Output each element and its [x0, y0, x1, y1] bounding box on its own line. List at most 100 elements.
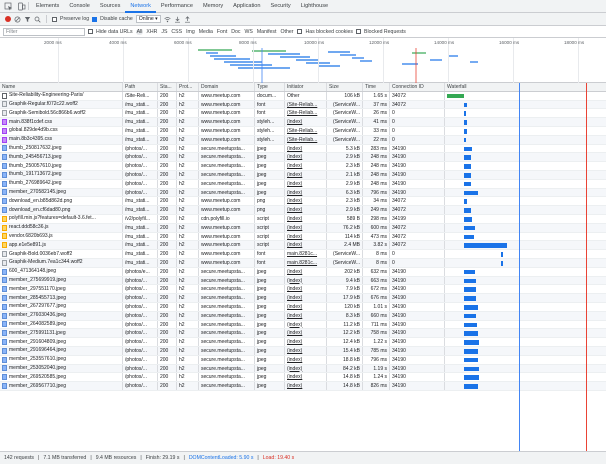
request-initiator[interactable]: (index) — [285, 373, 327, 382]
request-name-cell[interactable]: thumb_276989642.jpeg — [0, 179, 123, 188]
filter-type-media[interactable]: Media — [198, 29, 214, 35]
column-size[interactable]: Size — [327, 83, 363, 91]
column-waterfall[interactable]: Waterfall — [445, 83, 604, 91]
request-name-cell[interactable]: main.838f1cdef.css — [0, 118, 123, 126]
request-initiator[interactable]: (index) — [285, 302, 327, 311]
request-initiator[interactable]: (index) — [285, 153, 327, 162]
clear-icon[interactable] — [14, 16, 21, 23]
request-initiator[interactable]: (index) — [285, 179, 327, 188]
request-name-cell[interactable]: 600_471364148.jpeg — [0, 267, 123, 276]
table-row[interactable]: Site-Reliability-Engineering-Paris/ /Site… — [0, 91, 606, 101]
filter-icon[interactable] — [24, 16, 31, 23]
blocked-requests-checkbox[interactable] — [356, 29, 362, 34]
request-initiator[interactable]: (Site-Reliab... — [285, 126, 327, 135]
request-name-cell[interactable]: member_275699919.jpeg — [0, 276, 123, 285]
tab-application[interactable]: Application — [228, 0, 265, 13]
request-initiator[interactable]: (index) — [285, 355, 327, 364]
request-name-cell[interactable]: member_285455713.jpeg — [0, 294, 123, 302]
column-status[interactable]: Sta... — [158, 83, 177, 91]
table-row[interactable]: member_270582145.jpeg/photos/... 200 h2 sec… — [0, 188, 606, 198]
filter-type-other[interactable]: Other — [279, 29, 294, 35]
table-row[interactable]: main.8b3c4395.css/mu_stati... 200 h2 www.me… — [0, 135, 606, 145]
request-initiator[interactable]: (Site-Reliab... — [285, 100, 327, 109]
request-initiator[interactable]: (index) — [285, 118, 327, 126]
table-row[interactable]: member_275991131.jpeg/photos/... 200 h2 sec… — [0, 329, 606, 339]
requests-table[interactable]: Name Path Sta... Prot... Domain Type Ini… — [0, 83, 606, 451]
request-initiator[interactable]: (index) — [285, 382, 327, 390]
filter-type-font[interactable]: Font — [216, 29, 228, 35]
table-row[interactable]: thumb_245456713.jpeg/photos/... 200 h2 secu… — [0, 153, 606, 163]
request-initiator[interactable]: (index) — [285, 197, 327, 206]
request-initiator[interactable]: (Site-Reliab... — [285, 135, 327, 144]
search-icon[interactable] — [34, 16, 41, 23]
request-initiator[interactable]: (index) — [285, 364, 327, 373]
table-row[interactable]: thumb_250817632.jpeg/photos/... 200 h2 secu… — [0, 144, 606, 154]
request-initiator[interactable]: (index) — [285, 162, 327, 170]
table-row[interactable]: member_264082589.jpeg/photos/... 200 h2 sec… — [0, 320, 606, 330]
tab-lighthouse[interactable]: Lighthouse — [296, 0, 333, 13]
table-row[interactable]: member_291696464.jpeg/photos/... 200 h2 sec… — [0, 346, 606, 356]
request-initiator[interactable]: (index) — [285, 223, 327, 232]
column-path[interactable]: Path — [123, 83, 158, 91]
request-name-cell[interactable]: thumb_250817632.jpeg — [0, 144, 123, 153]
request-name-cell[interactable]: member_269567710.jpeg — [0, 382, 123, 390]
filter-type-ws[interactable]: WS — [244, 29, 254, 35]
table-row[interactable]: member_269567710.jpeg/photos/... 200 h2 sec… — [0, 382, 606, 391]
request-initiator[interactable]: (index) — [285, 338, 327, 346]
column-protocol[interactable]: Prot... — [177, 83, 199, 91]
table-row[interactable]: member_297551170.jpeg/photos/... 200 h2 sec… — [0, 285, 606, 295]
request-name-cell[interactable]: member_270582145.jpeg — [0, 188, 123, 197]
device-toolbar-icon[interactable] — [17, 2, 26, 11]
column-time[interactable]: Time — [363, 83, 390, 91]
request-initiator[interactable]: (index) — [285, 170, 327, 179]
table-row[interactable]: global.829de4d9b.css/mu_stati... 200 h2 www… — [0, 126, 606, 136]
filter-input[interactable]: Filter — [3, 27, 85, 36]
table-row[interactable]: vendor.6820b693.js/mu_stati... 200 h2 www.m… — [0, 232, 606, 242]
tab-elements[interactable]: Elements — [31, 0, 64, 13]
request-name-cell[interactable]: main.8b3c4395.css — [0, 135, 123, 144]
request-name-cell[interactable]: vendor.6820b693.js — [0, 232, 123, 241]
request-name-cell[interactable]: member_275991131.jpeg — [0, 329, 123, 338]
import-har-icon[interactable] — [174, 16, 181, 23]
table-row[interactable]: thumb_250057610.jpeg/photos/... 200 h2 secu… — [0, 162, 606, 171]
column-initiator[interactable]: Initiator — [285, 83, 327, 91]
column-type[interactable]: Type — [255, 83, 285, 91]
request-initiator[interactable]: (index) — [285, 267, 327, 276]
request-initiator[interactable]: (index) — [285, 232, 327, 241]
request-name-cell[interactable]: member_267297677.jpeg — [0, 302, 123, 311]
request-initiator[interactable]: main.8281c... — [285, 250, 327, 258]
network-overview-timeline[interactable]: 2000 ms 4000 ms 6000 ms 8000 ms 10000 ms 1200… — [0, 38, 606, 83]
table-row[interactable]: download_en.b85d862d.png/mu_stati... 200 h… — [0, 197, 606, 207]
request-name-cell[interactable]: member_297551170.jpeg — [0, 285, 123, 294]
request-name-cell[interactable]: app.e1e5e891.js — [0, 241, 123, 250]
hide-data-urls-checkbox[interactable] — [88, 29, 93, 34]
request-initiator[interactable]: (index) — [285, 214, 327, 223]
request-name-cell[interactable]: thumb_250057610.jpeg — [0, 162, 123, 170]
request-name-cell[interactable]: polyfill.min.js?features=default-3.6.fet… — [0, 214, 123, 223]
table-row[interactable]: 600_471364148.jpeg/photos/e... 200 h2 secur… — [0, 267, 606, 277]
filter-type-js[interactable]: JS — [160, 29, 168, 35]
request-initiator[interactable]: (index) — [285, 241, 327, 250]
request-initiator[interactable]: Other — [285, 91, 327, 100]
table-row[interactable]: react.ddd58c36.js/mu_stati... 200 h2 www.me… — [0, 223, 606, 233]
table-row[interactable]: main.838f1cdef.css/mu_stati... 200 h2 www.m… — [0, 118, 606, 127]
table-row[interactable]: member_253557610.jpeg/photos/... 200 h2 sec… — [0, 355, 606, 365]
request-initiator[interactable]: (index) — [285, 294, 327, 302]
filter-type-img[interactable]: Img — [185, 29, 196, 35]
request-initiator[interactable]: (index) — [285, 346, 327, 355]
table-row[interactable]: member_291604809.jpeg/photos/... 200 h2 sec… — [0, 338, 606, 347]
filter-type-manifest[interactable]: Manifest — [256, 29, 278, 35]
table-row[interactable]: download_en.cf6dad80.png/mu_stati... 200 h… — [0, 206, 606, 215]
filter-type-all[interactable]: All — [135, 28, 144, 35]
table-row[interactable]: member_269520585.jpeg/photos/... 200 h2 sec… — [0, 373, 606, 383]
request-initiator[interactable]: (Site-Reliab... — [285, 109, 327, 118]
request-initiator[interactable]: (index) — [285, 329, 327, 338]
throttling-select[interactable]: Online ▾ — [135, 15, 161, 23]
request-name-cell[interactable]: Graphik-Medium.7ea1c344.woff2 — [0, 258, 123, 267]
request-initiator[interactable]: (index) — [285, 144, 327, 153]
table-row[interactable]: member_285455713.jpeg/photos/... 200 h2 sec… — [0, 294, 606, 303]
table-row[interactable]: Graphik-Bold.0036eb7.woff2/mu_stati... 20… — [0, 250, 606, 259]
request-name-cell[interactable]: member_291604809.jpeg — [0, 338, 123, 346]
request-name-cell[interactable]: member_253052040.jpeg — [0, 364, 123, 373]
table-row[interactable]: member_267297677.jpeg/photos/... 200 h2 sec… — [0, 302, 606, 312]
